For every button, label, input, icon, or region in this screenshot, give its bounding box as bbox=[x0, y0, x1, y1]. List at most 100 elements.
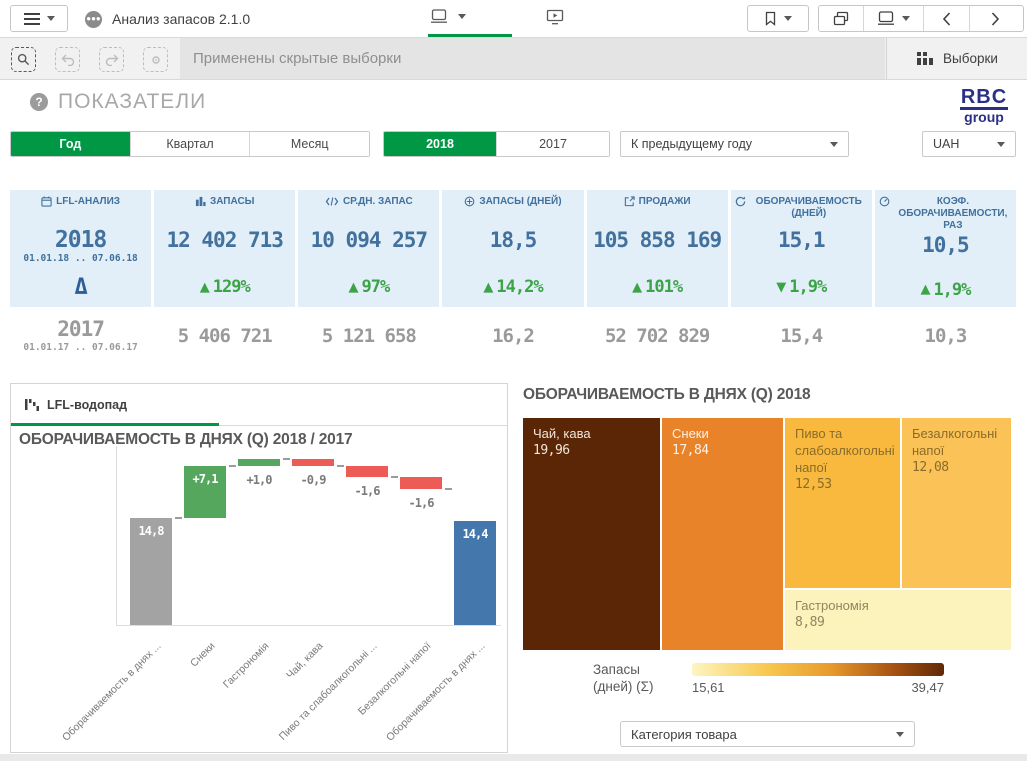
kpi-prev-date-range: 01.01.17 .. 07.06.17 bbox=[23, 342, 137, 356]
treemap-cell-name: Снеки bbox=[672, 425, 773, 442]
treemap-cell[interactable]: Гастрономія8,89 bbox=[785, 590, 1011, 650]
app-title: Анализ запасов 2.1.0 bbox=[112, 11, 250, 27]
app-window: ●●● Анализ запасов 2.1.0 bbox=[0, 0, 1027, 761]
logo-text: RBC bbox=[960, 87, 1008, 110]
kpi-prev-value: 10,3 bbox=[925, 323, 967, 349]
treemap-cell-value: 8,89 bbox=[795, 614, 1001, 631]
waterfall-connector bbox=[229, 465, 236, 467]
waterfall-bar[interactable] bbox=[400, 477, 442, 489]
kpi-value: 2018 bbox=[55, 227, 106, 253]
help-button[interactable]: ? bbox=[30, 93, 48, 111]
treemap-cell-value: 19,96 bbox=[533, 442, 650, 459]
clear-selections-icon bbox=[150, 54, 162, 66]
clear-selections-button[interactable] bbox=[143, 47, 168, 72]
treemap-legend-max: 39,47 bbox=[904, 680, 944, 695]
filter-button-Год[interactable]: Год bbox=[11, 132, 130, 156]
kpi-value: 15,1 bbox=[778, 227, 825, 253]
category-dropdown[interactable]: Категория товара bbox=[620, 721, 915, 747]
category-dropdown-value: Категория товара bbox=[631, 727, 737, 742]
sheets-list-button[interactable] bbox=[863, 6, 923, 31]
chevron-down-icon bbox=[902, 16, 910, 21]
chevron-down-icon bbox=[784, 16, 792, 21]
chevron-left-icon bbox=[942, 12, 951, 26]
sheet-navigation-group bbox=[818, 5, 1024, 32]
treemap: Чай, кава19,96Снеки17,84Пиво та слабоалк… bbox=[523, 418, 1011, 650]
treemap-cell[interactable]: Чай, кава19,96 bbox=[523, 418, 660, 650]
waterfall-category-label: Оборачиваемость в днях ... bbox=[42, 640, 165, 761]
waterfall-connector bbox=[391, 476, 398, 478]
arrow-down-icon: ▼ bbox=[776, 280, 786, 295]
currency-dropdown[interactable]: UAH bbox=[922, 131, 1016, 157]
comparison-dropdown[interactable]: К предыдущему году bbox=[620, 131, 849, 157]
duplicate-sheet-button[interactable] bbox=[819, 6, 863, 31]
kpi-value: 105 858 169 bbox=[593, 227, 721, 253]
previous-sheet-button[interactable] bbox=[923, 6, 969, 31]
undo-icon bbox=[61, 54, 75, 66]
kpi-column[interactable]: ОБОРАЧИВАЕМОСТЬ (ДНЕЙ)15,1▼1,9%15,4 bbox=[731, 190, 872, 364]
kpi-column[interactable]: ЗАПАСЫ (ДНЕЙ)18,5▲14,2%16,2 bbox=[442, 190, 583, 364]
gauge-icon: КОЭФ. ОБОРАЧИВАЕМОСТИ, РАЗ bbox=[875, 190, 1016, 232]
kpi-delta: Δ bbox=[74, 267, 86, 307]
kpi-delta: ▲101% bbox=[632, 267, 682, 307]
next-sheet-button[interactable] bbox=[969, 6, 1021, 31]
kpi-delta: ▲97% bbox=[348, 267, 389, 307]
arrow-up-icon: ▲ bbox=[920, 282, 930, 297]
treemap-cell[interactable]: Снеки17,84 bbox=[662, 418, 783, 650]
filter-button-Квартал[interactable]: Квартал bbox=[130, 132, 250, 156]
kpi-column[interactable]: ЗАПАСЫ12 402 713▲129%5 406 721 bbox=[154, 190, 295, 364]
duplicate-icon bbox=[833, 11, 849, 26]
sheet-icon bbox=[877, 11, 895, 26]
kpi-delta: ▲129% bbox=[200, 267, 250, 307]
arrow-up-icon: ▲ bbox=[632, 280, 642, 295]
waterfall-bar[interactable] bbox=[346, 466, 388, 478]
waterfall-bar[interactable] bbox=[238, 459, 280, 466]
filter-button-Месяц[interactable]: Месяц bbox=[249, 132, 369, 156]
waterfall-panel: LFL-водопад ОБОРАЧИВАЕМОСТЬ В ДНЯХ (Q) 2… bbox=[10, 383, 508, 753]
waterfall-connector bbox=[175, 517, 182, 519]
kpi-column[interactable]: ПРОДАЖИ105 858 169▲101%52 702 829 bbox=[587, 190, 728, 364]
tab-label: LFL-водопад bbox=[47, 398, 127, 412]
kpi-value: 12 402 713 bbox=[166, 227, 282, 253]
kpi-column[interactable]: СР.ДН. ЗАПАС10 094 257▲97%5 121 658 bbox=[298, 190, 439, 364]
treemap-cell-value: 17,84 bbox=[672, 442, 773, 459]
hamburger-icon bbox=[24, 13, 40, 25]
period-group: ГодКварталМесяц bbox=[10, 131, 370, 157]
kpi-column[interactable]: LFL-АНАЛИЗ201801.01.18 .. 07.06.18Δ20170… bbox=[10, 190, 151, 364]
current-selections-field[interactable]: Применены скрытые выборки bbox=[180, 38, 885, 79]
kpi-delta: ▲1,9% bbox=[920, 272, 970, 307]
smart-search-button[interactable] bbox=[11, 47, 36, 72]
bookmarks-button[interactable] bbox=[747, 5, 809, 32]
waterfall-bar[interactable] bbox=[292, 459, 334, 466]
kpi-date-range: 01.01.18 .. 07.06.18 bbox=[23, 253, 137, 267]
kpi-prev-value: 52 702 829 bbox=[605, 323, 709, 349]
redo-selection-button[interactable] bbox=[99, 47, 124, 72]
active-sheet-indicator bbox=[428, 34, 512, 37]
treemap-cell-name: Пиво та слабоалкогольні напої bbox=[795, 425, 890, 476]
global-menu-button[interactable] bbox=[10, 5, 68, 32]
waterfall-tabbar: LFL-водопад bbox=[11, 384, 507, 426]
waterfall-x-axis: Оборачиваемость в днях ...СнекиГастроном… bbox=[116, 632, 501, 748]
logo-subtext: group bbox=[953, 111, 1015, 124]
filter-button-2017[interactable]: 2017 bbox=[496, 132, 609, 156]
sheet-view-button[interactable] bbox=[430, 9, 466, 24]
waterfall-bar-label: +1,0 bbox=[238, 473, 280, 487]
waterfall-connector bbox=[337, 465, 344, 467]
kpi-prev-value: 5 406 721 bbox=[178, 323, 272, 349]
tab-lfl-waterfall[interactable]: LFL-водопад bbox=[11, 398, 127, 412]
kpi-column[interactable]: КОЭФ. ОБОРАЧИВАЕМОСТИ, РАЗ10,5▲1,9%10,3 bbox=[875, 190, 1016, 364]
treemap-cell[interactable]: Пиво та слабоалкогольні напої12,53 bbox=[785, 418, 900, 588]
app-icon: ●●● bbox=[85, 11, 102, 28]
waterfall-bar-label: -1,6 bbox=[346, 484, 388, 498]
filter-button-2018[interactable]: 2018 bbox=[384, 132, 496, 156]
presentation-button[interactable] bbox=[546, 9, 564, 25]
refresh-icon: ОБОРАЧИВАЕМОСТЬ (ДНЕЙ) bbox=[731, 190, 872, 227]
selections-tool-button[interactable]: Выборки bbox=[886, 38, 1027, 79]
treemap-cell[interactable]: Безалкогольні напої12,08 bbox=[902, 418, 1011, 588]
treemap-legend-min: 15,61 bbox=[692, 680, 725, 695]
treemap-title: ОБОРАЧИВАЕМОСТЬ В ДНЯХ (Q) 2018 bbox=[523, 386, 810, 404]
undo-selection-button[interactable] bbox=[55, 47, 80, 72]
sheet-icon bbox=[430, 9, 448, 24]
currency-dropdown-value: UAH bbox=[933, 137, 959, 151]
kpi-panel: LFL-АНАЛИЗ201801.01.18 .. 07.06.18Δ20170… bbox=[10, 190, 1016, 364]
grid-icon bbox=[916, 51, 933, 66]
